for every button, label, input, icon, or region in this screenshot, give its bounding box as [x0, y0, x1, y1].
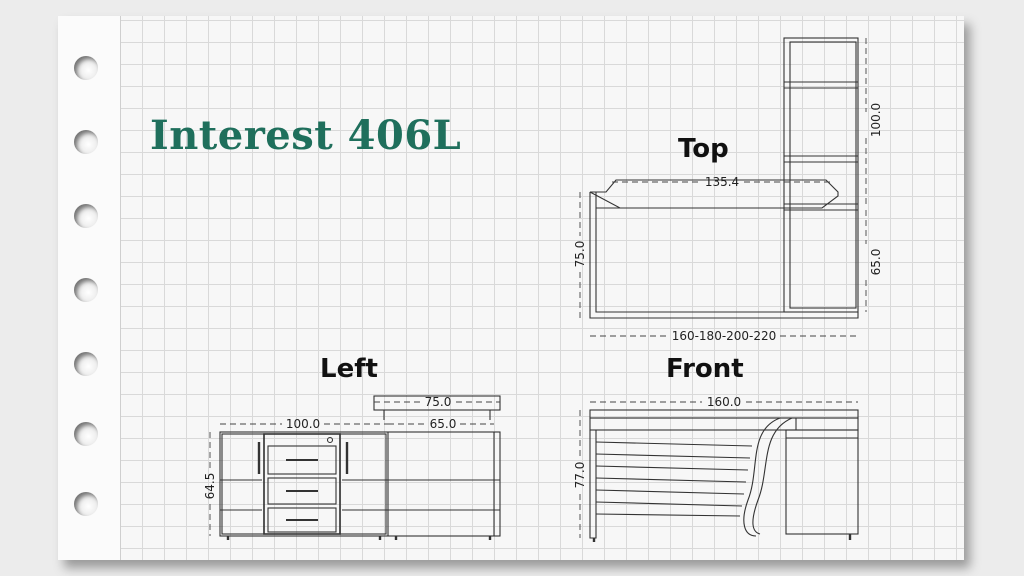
technical-drawing: 135.4 100.0 75.0 65.0 160-180-200-220 10…: [203, 37, 883, 542]
front-dim-width: 160.0: [707, 395, 741, 409]
left-dim-top-width: 75.0: [425, 395, 452, 409]
top-dim-desk-width: 135.4: [705, 175, 739, 189]
top-dim-depth: 75.0: [573, 241, 587, 268]
left-dim-inner-width: 65.0: [430, 417, 457, 431]
top-dim-lengths: 160-180-200-220: [672, 329, 777, 343]
left-view-drawing: [219, 395, 501, 540]
front-view-drawing: [589, 409, 859, 542]
top-dim-return-depth: 65.0: [869, 249, 883, 276]
left-dim-cabinet-width: 100.0: [286, 417, 320, 431]
front-dim-height: 77.0: [573, 462, 587, 489]
top-dim-return-length: 100.0: [869, 103, 883, 137]
left-dim-height: 64.5: [203, 473, 217, 500]
